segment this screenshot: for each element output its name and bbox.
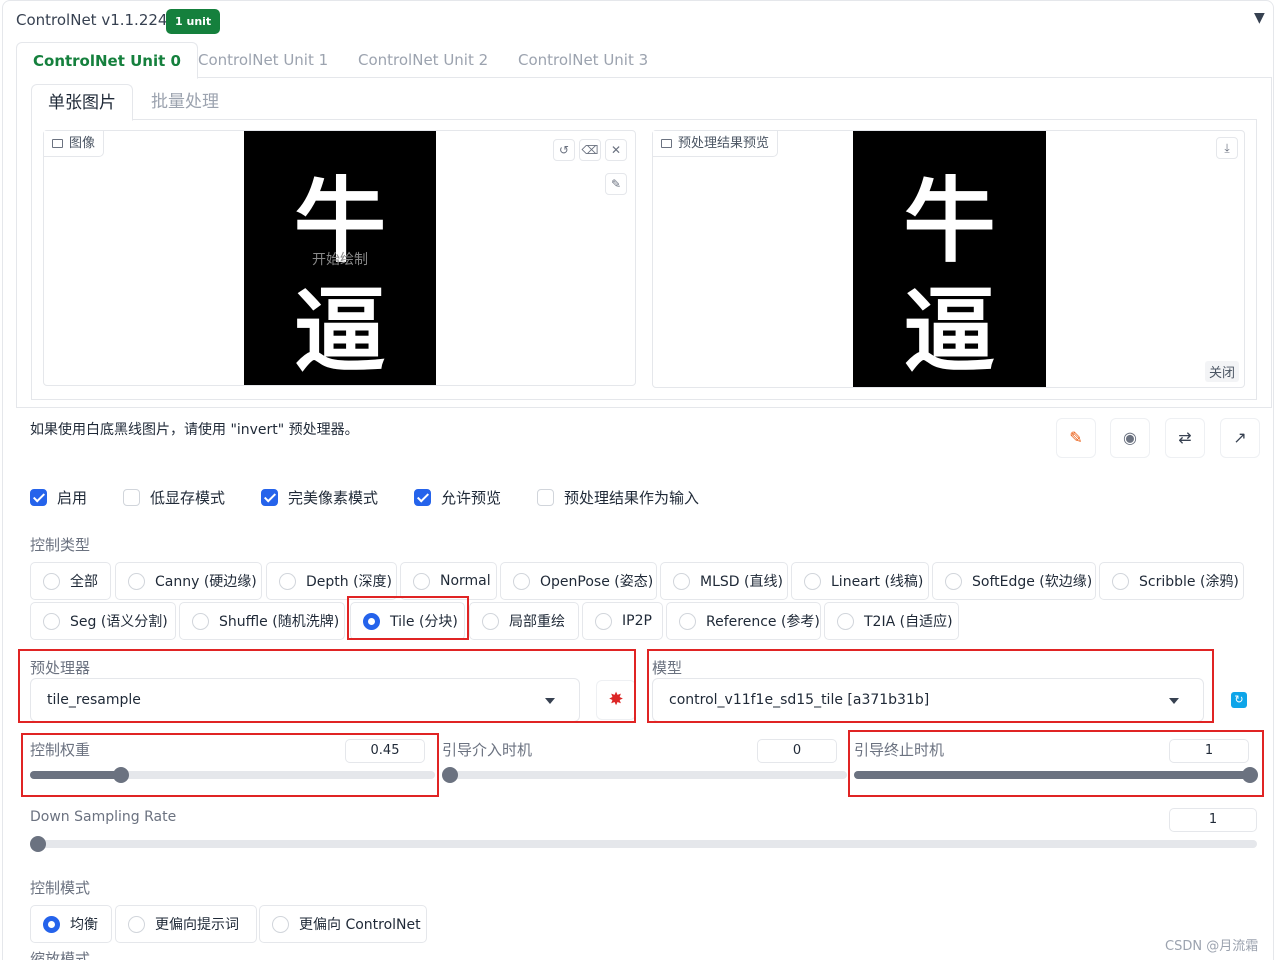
highlight-weight: [21, 733, 439, 797]
image-tabs: 单张图片 批量处理: [31, 84, 1257, 121]
control-type-mlsd[interactable]: MLSD (直线): [660, 562, 788, 600]
control-type-inpaint[interactable]: 局部重绘: [469, 602, 579, 640]
control-type-openpose[interactable]: OpenPose (姿态): [500, 562, 657, 600]
preview-image: 牛 逼: [853, 131, 1046, 387]
input-image-label: 图像: [44, 131, 105, 157]
download-icon[interactable]: ⤓: [1216, 137, 1238, 159]
start-thumb[interactable]: [442, 767, 458, 783]
unit-count-badge: 1 unit: [166, 9, 221, 34]
tab-unit-3[interactable]: ControlNet Unit 3: [502, 42, 664, 78]
low-vram-checkbox[interactable]: [123, 488, 140, 506]
close-preview-button[interactable]: 关闭: [1205, 361, 1240, 382]
control-mode-prompt[interactable]: 更偏向提示词: [115, 905, 257, 943]
allow-preview-checkbox[interactable]: [414, 488, 431, 506]
resize-mode-label: 缩放模式: [30, 950, 91, 960]
checkbox-enable[interactable]: 启用: [30, 486, 87, 508]
tab-batch[interactable]: 批量处理: [135, 84, 235, 120]
input-image-box[interactable]: 图像 牛 逼 开始绘制 ↺ ⌫ ✕ ✎: [43, 130, 636, 386]
control-type-canny[interactable]: Canny (硬边缘): [115, 562, 262, 600]
checkbox-low-vram[interactable]: 低显存模式: [123, 486, 225, 508]
start-drawing-text: 开始绘制: [312, 252, 368, 268]
down-sampling-slider[interactable]: [30, 836, 1257, 852]
preview-image-label: 预处理结果预览: [653, 131, 779, 157]
eraser-icon[interactable]: ⌫: [579, 139, 601, 161]
send-dimensions-icon[interactable]: ↗: [1220, 418, 1260, 458]
image-icon: [52, 139, 63, 148]
unit-tabs: ControlNet Unit 0 ControlNet Unit 1 Cont…: [16, 42, 1272, 79]
watermark: CSDN @月流霜: [1165, 939, 1259, 954]
collapse-icon[interactable]: ▼: [1254, 10, 1265, 26]
brush-icon[interactable]: ✎: [605, 173, 627, 195]
input-image: 牛 逼 开始绘制: [244, 131, 436, 385]
pixel-perfect-checkbox[interactable]: [261, 488, 278, 506]
start-slider[interactable]: [442, 767, 847, 783]
control-type-t2ia[interactable]: T2IA (自适应): [824, 602, 959, 640]
tab-unit-1[interactable]: ControlNet Unit 1: [182, 42, 344, 78]
highlight-preprocessor: [18, 649, 636, 723]
control-type-depth[interactable]: Depth (深度): [266, 562, 397, 600]
refresh-models-button[interactable]: ↻: [1222, 682, 1256, 716]
checkbox-allow-preview[interactable]: 允许预览: [414, 486, 501, 508]
control-type-label: 控制类型: [30, 536, 91, 554]
invert-hint: 如果使用白底黑线图片，请使用 "invert" 预处理器。: [30, 422, 359, 438]
input-glyph-bottom: 逼: [293, 277, 386, 385]
control-type-all[interactable]: 全部: [30, 562, 111, 600]
control-type-reference[interactable]: Reference (参考): [666, 602, 821, 640]
highlight-tile: [347, 596, 469, 640]
highlight-model: [647, 649, 1214, 723]
preview-image-box: 预处理结果预览 牛 逼 ⤓ 关闭: [652, 130, 1245, 388]
control-type-softedge[interactable]: SoftEdge (软边缘): [932, 562, 1096, 600]
control-type-scribble[interactable]: Scribble (涂鸦): [1099, 562, 1244, 600]
start-input[interactable]: 0: [757, 739, 837, 763]
control-type-normal[interactable]: Normal: [400, 562, 497, 600]
control-type-ip2p[interactable]: IP2P: [582, 602, 663, 640]
edit-icon[interactable]: ✎: [1056, 418, 1096, 458]
highlight-end: [848, 730, 1264, 797]
control-type-lineart[interactable]: Lineart (线稿): [791, 562, 929, 600]
close-icon[interactable]: ✕: [605, 139, 627, 161]
camera-icon[interactable]: ◉: [1110, 418, 1150, 458]
tab-unit-0[interactable]: ControlNet Unit 0: [16, 42, 198, 79]
preview-glyph-bottom: 逼: [903, 277, 996, 385]
preview-as-input-checkbox[interactable]: [537, 488, 554, 506]
control-mode-label: 控制模式: [30, 879, 91, 897]
down-sampling-thumb[interactable]: [30, 836, 46, 852]
checkbox-preview-as-input[interactable]: 预处理结果作为输入: [537, 486, 699, 508]
swap-icon[interactable]: ⇄: [1165, 418, 1205, 458]
enable-checkbox[interactable]: [30, 488, 47, 506]
control-mode-balanced[interactable]: 均衡: [30, 905, 112, 943]
tab-unit-2[interactable]: ControlNet Unit 2: [342, 42, 504, 78]
refresh-icon: ↻: [1231, 692, 1247, 708]
panel-title: ControlNet v1.1.224: [16, 11, 168, 29]
down-sampling-label: Down Sampling Rate: [30, 809, 177, 825]
undo-icon[interactable]: ↺: [553, 139, 575, 161]
down-sampling-input[interactable]: 1: [1169, 808, 1257, 832]
checkbox-pixel-perfect[interactable]: 完美像素模式: [261, 486, 378, 508]
start-label: 引导介入时机: [442, 741, 533, 759]
control-mode-controlnet[interactable]: 更偏向 ControlNet: [259, 905, 427, 943]
control-type-shuffle[interactable]: Shuffle (随机洗牌): [179, 602, 345, 640]
control-type-seg[interactable]: Seg (语义分割): [30, 602, 176, 640]
preview-glyph-top: 牛: [903, 167, 996, 275]
image-icon: [661, 139, 672, 148]
tab-single-image[interactable]: 单张图片: [31, 84, 133, 121]
